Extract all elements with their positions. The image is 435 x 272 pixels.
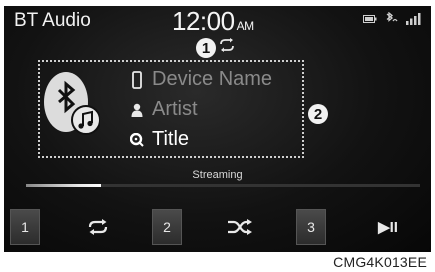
signal-icon bbox=[406, 13, 421, 25]
title-row: Title bbox=[130, 128, 189, 151]
app-title: BT Audio bbox=[14, 10, 91, 31]
battery-icon bbox=[363, 15, 377, 23]
bluetooth-music-icon bbox=[44, 72, 100, 135]
shuffle-button[interactable] bbox=[210, 209, 270, 245]
repeat-button[interactable] bbox=[70, 209, 126, 245]
clock-time: 12:00 bbox=[172, 6, 235, 36]
preset-1-button[interactable]: 1 bbox=[10, 209, 40, 245]
device-name-row: Device Name bbox=[130, 68, 272, 91]
person-icon bbox=[130, 103, 144, 117]
clock: 12:00 AM bbox=[172, 6, 254, 37]
progress-fill bbox=[26, 184, 101, 187]
artist-label: Artist bbox=[152, 98, 198, 120]
callout-marker-1: 1 bbox=[196, 38, 216, 58]
disc-icon bbox=[130, 132, 144, 147]
callout-marker-2: 2 bbox=[308, 104, 328, 124]
figure-code: CMG4K013EE bbox=[333, 254, 427, 270]
preset-3-button[interactable]: 3 bbox=[296, 209, 326, 245]
artist-row: Artist bbox=[130, 98, 198, 121]
streaming-status: Streaming bbox=[192, 169, 243, 181]
device-name-label: Device Name bbox=[152, 68, 273, 90]
clock-ampm: AM bbox=[236, 19, 255, 33]
play-pause-button[interactable]: ▶II bbox=[356, 209, 420, 245]
display-screen: BT Audio 12:00 AM 1 Device Name Artist T… bbox=[4, 6, 431, 252]
progress-bar bbox=[26, 184, 420, 187]
preset-2-button[interactable]: 2 bbox=[152, 209, 182, 245]
title-label: Title bbox=[152, 128, 190, 150]
repeat-icon bbox=[88, 219, 108, 235]
bluetooth-phone-icon bbox=[386, 12, 398, 22]
status-bar: BT Audio 12:00 AM bbox=[4, 6, 431, 36]
status-icons bbox=[363, 12, 421, 26]
shuffle-icon bbox=[228, 219, 252, 235]
repeat-indicator-icon bbox=[220, 38, 234, 52]
phone-icon bbox=[130, 70, 144, 89]
